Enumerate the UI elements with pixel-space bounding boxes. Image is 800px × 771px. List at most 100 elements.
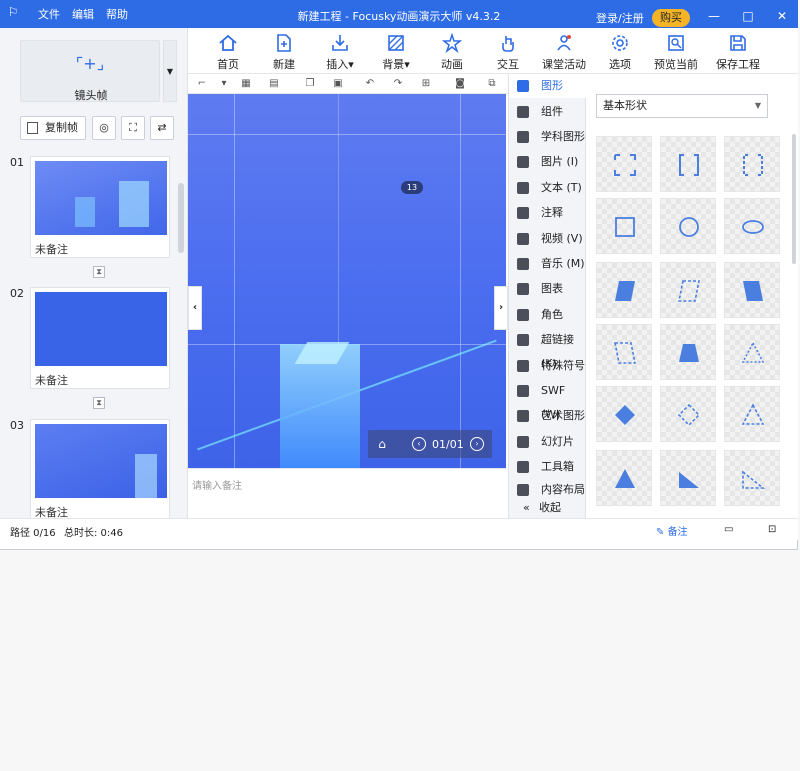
minimize-button[interactable]: — (706, 8, 722, 24)
collapse-left-panel-button[interactable]: ‹ (188, 286, 202, 330)
camera-icon[interactable]: ◎ (92, 116, 116, 140)
shape-right-triangle[interactable] (660, 450, 716, 506)
shape-dashed-parallelogram[interactable] (660, 262, 716, 318)
category-subject-shapes[interactable]: 学科图形 (509, 125, 587, 149)
shape-category-select[interactable]: 基本形状 ▼ (596, 94, 768, 118)
category-swf[interactable]: SWF (W) (509, 379, 587, 421)
prev-page-button[interactable]: ‹ (412, 437, 426, 451)
category-label: 图形 (541, 79, 563, 92)
collapse-right-panel-button[interactable]: › (494, 286, 508, 330)
shape-parallelogram[interactable] (596, 262, 652, 318)
copy-frame-button[interactable]: 复制帧 (20, 116, 86, 140)
category-slides[interactable]: 幻灯片 (509, 430, 587, 454)
ribbon-label: 背景▾ (382, 58, 410, 71)
layout-icon[interactable]: ⌐ (196, 78, 208, 90)
category-video[interactable]: 视频 (V) (509, 227, 587, 251)
insert-icon (332, 35, 348, 51)
shape-circle[interactable] (660, 198, 716, 254)
ribbon-home-button[interactable]: 首页 (206, 30, 250, 72)
category-toolbox[interactable]: 工具箱 (509, 455, 587, 479)
close-button[interactable]: ✕ (774, 8, 790, 24)
category-text[interactable]: 文本 (T) (509, 176, 587, 200)
align-icon[interactable]: ▤ (268, 78, 280, 90)
swap-icon[interactable]: ⇄ (150, 116, 174, 140)
ribbon-background-button[interactable]: 背景▾ (374, 30, 418, 72)
undo-icon[interactable]: ↶ (364, 78, 376, 90)
slide-canvas[interactable]: 13 ⌂ ‹ 01/01 › (188, 94, 506, 468)
maximize-button[interactable]: □ (740, 8, 756, 24)
home-icon[interactable]: ⌂ (374, 436, 390, 452)
slide-card[interactable]: 未备注 (30, 287, 170, 389)
ribbon-new-button[interactable]: 新建 (262, 30, 306, 72)
slide-card[interactable]: 未备注 (30, 156, 170, 258)
category-image[interactable]: 图片 (I) (509, 150, 587, 174)
ribbon-animation-button[interactable]: 动画 (430, 30, 474, 72)
shape-square-brackets[interactable] (660, 136, 716, 192)
new-icon (277, 34, 291, 52)
preview-icon (668, 35, 684, 51)
category-art-shapes[interactable]: 艺术图形 (509, 404, 587, 428)
ribbon-options-button[interactable]: 选项 (598, 30, 642, 72)
shape-dashed-right-triangle[interactable] (724, 450, 780, 506)
status-bar: 路径 0/16 总时长: 0:46 ✎ 备注 ▭ ⊡ (0, 518, 798, 540)
shape-library-panel: 基本形状 ▼ (586, 74, 798, 518)
ribbon-classroom-button[interactable]: 课堂活动 (542, 30, 586, 72)
redo-icon[interactable]: ↷ (392, 78, 404, 90)
notes-toggle-button[interactable]: ✎ 备注 (656, 523, 688, 538)
category-hyperlink[interactable]: 超链接 (K) (509, 328, 587, 370)
shape-dashed-bracket-frame[interactable] (596, 136, 652, 192)
transition-icon[interactable]: ⧗ (93, 397, 105, 409)
chevron-down-icon[interactable]: ▾ (218, 78, 230, 90)
category-label: 学科图形 (541, 130, 585, 143)
ribbon-save-button[interactable]: 保存工程 (716, 30, 760, 72)
next-page-button[interactable]: › (470, 437, 484, 451)
shape-dotted-brackets[interactable] (724, 136, 780, 192)
shape-dashed-diamond[interactable] (660, 386, 716, 442)
ribbon-interaction-button[interactable]: 交互 (486, 30, 530, 72)
category-music[interactable]: 音乐 (M) (509, 252, 587, 276)
category-special-symbols[interactable]: 特殊符号 (509, 354, 587, 378)
grid-icon[interactable]: ▦ (240, 78, 252, 90)
category-label: 内容布局 (541, 483, 585, 496)
category-label: 艺术图形 (541, 409, 585, 422)
shape-reverse-parallelogram[interactable] (724, 262, 780, 318)
shape-trapezoid[interactable] (660, 324, 716, 380)
category-content-layout[interactable]: 内容布局 (509, 478, 587, 496)
chart-icon (517, 283, 529, 295)
shape-library-scrollbar[interactable] (792, 134, 796, 264)
export-icon[interactable]: ⊞ (420, 78, 432, 90)
paste-icon[interactable]: ▣ (332, 78, 344, 90)
category-components[interactable]: 组件 (509, 100, 587, 124)
category-chart[interactable]: 图表 (509, 277, 587, 301)
shape-dashed-trapezoid[interactable] (596, 324, 652, 380)
shape-dashed-triangle[interactable] (724, 386, 780, 442)
text-icon (517, 182, 529, 194)
role-icon (517, 309, 529, 321)
buy-button[interactable]: 购买 (652, 9, 690, 27)
shape-triangle[interactable] (596, 450, 652, 506)
collapse-categories-button[interactable]: « 收起 (509, 498, 587, 518)
copy-icon[interactable]: ❐ (304, 78, 316, 90)
add-camera-frame-button[interactable]: ⌜+⌟ 镜头帧 (20, 40, 160, 102)
lock-icon[interactable]: ⊡ (768, 524, 776, 535)
frame-panel-scrollbar[interactable] (178, 183, 184, 253)
shape-diamond[interactable] (596, 386, 652, 442)
ribbon-preview-button[interactable]: 预览当前 (654, 30, 698, 72)
window-icon[interactable]: ⧉ (486, 78, 498, 90)
ribbon-insert-button[interactable]: 插入▾ (318, 30, 362, 72)
camera-frame-icon: ⌜+⌟ (75, 54, 105, 73)
login-link[interactable]: 登录/注册 (596, 10, 644, 26)
notes-input[interactable]: 请输入备注 (188, 468, 506, 518)
select-area-icon[interactable]: ⛶ (121, 116, 145, 140)
shape-dotted-triangle[interactable] (724, 324, 780, 380)
shape-ellipse[interactable] (724, 198, 780, 254)
category-role[interactable]: 角色 (509, 303, 587, 327)
transition-icon[interactable]: ⧗ (93, 266, 105, 278)
shape-square[interactable] (596, 198, 652, 254)
screenshot-icon[interactable]: ◙ (454, 78, 466, 90)
screen-icon[interactable]: ▭ (724, 524, 733, 535)
category-shapes[interactable]: 图形 (509, 74, 587, 98)
camera-frame-dropdown[interactable]: ▼ (163, 40, 177, 102)
category-annotation[interactable]: 注释 (509, 201, 587, 225)
slide-card[interactable]: 未备注 (30, 419, 170, 521)
